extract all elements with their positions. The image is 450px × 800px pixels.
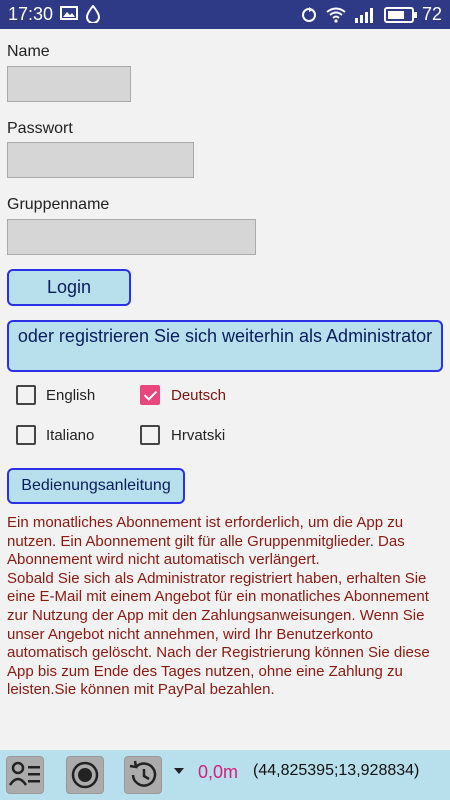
- language-label-english: English: [46, 387, 96, 404]
- dropdown-arrow-icon[interactable]: [173, 767, 185, 775]
- register-admin-button[interactable]: oder registrieren Sie sich weiterhin als…: [7, 320, 443, 372]
- status-time: 17:30: [8, 4, 54, 24]
- distance-value: 0,0m: [198, 762, 239, 782]
- language-label-hrvatski: Hrvatski: [171, 427, 226, 444]
- password-input[interactable]: [7, 142, 194, 178]
- contacts-list-icon[interactable]: [6, 756, 44, 794]
- water-drop-icon: [86, 5, 100, 23]
- checkbox-deutsch[interactable]: [140, 385, 160, 405]
- status-bar: 17:30 72: [0, 0, 450, 29]
- wifi-icon: [326, 7, 346, 23]
- language-label-italiano: Italiano: [46, 427, 95, 444]
- checkbox-italiano[interactable]: [16, 425, 36, 445]
- password-label: Passwort: [7, 120, 73, 137]
- checkbox-hrvatski[interactable]: [140, 425, 160, 445]
- bottom-bar: 0,0m (44,825395;13,928834): [0, 750, 450, 800]
- manual-button[interactable]: Bedienungsanleitung: [7, 468, 185, 504]
- battery-percentage: 72: [421, 4, 442, 24]
- subscription-info-text: Ein monatliches Abonnement ist erforderl…: [7, 514, 430, 699]
- sync-icon: [301, 6, 316, 22]
- language-label-deutsch: Deutsch: [171, 387, 227, 404]
- coordinates-value: (44,825395;13,928834): [253, 762, 420, 779]
- record-icon[interactable]: [66, 756, 104, 794]
- name-label: Name: [7, 43, 50, 60]
- group-name-label: Gruppenname: [7, 196, 110, 213]
- image-icon: [60, 6, 78, 20]
- history-icon[interactable]: [124, 756, 162, 794]
- signal-icon: [354, 7, 373, 23]
- checkbox-english[interactable]: [16, 385, 36, 405]
- name-input[interactable]: [7, 66, 131, 102]
- battery-icon: [383, 6, 417, 23]
- group-name-input[interactable]: [7, 219, 256, 255]
- login-button[interactable]: Login: [7, 269, 131, 306]
